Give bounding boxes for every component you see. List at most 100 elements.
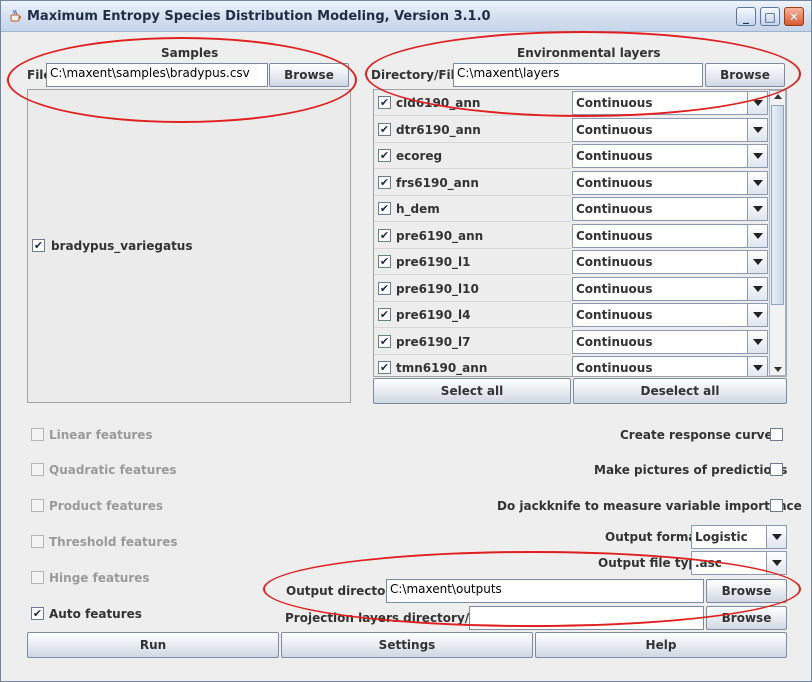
layer-type-select[interactable]: Continuous [572,223,768,248]
feature-checkbox[interactable] [31,499,44,512]
output-file-type-select[interactable]: .asc [691,551,787,575]
chevron-down-icon[interactable] [747,304,767,326]
env-directory-input[interactable]: C:\maxent\layers [453,63,703,87]
chevron-down-icon[interactable] [747,145,767,167]
pictures-checkbox[interactable] [770,463,783,476]
chevron-down-icon[interactable] [766,526,786,548]
output-format-value: Logistic [695,530,748,544]
projection-label: Projection layers directory/file [285,611,491,625]
layer-checkbox[interactable]: ✔ [378,361,391,374]
minimize-button[interactable]: _ [736,7,756,26]
layer-checkbox[interactable]: ✔ [378,334,391,348]
layer-name: pre6190_l7 [396,334,471,349]
projection-input[interactable] [469,606,704,630]
layer-checkbox[interactable]: ✔ [378,149,391,162]
layer-type-select[interactable]: Continuous [572,91,768,115]
species-list: ✔ bradypus_variegatus [27,89,351,403]
feature-checkbox[interactable] [31,463,44,476]
feature-label: Auto features [49,607,142,621]
chevron-down-icon[interactable] [747,277,767,300]
layer-type-select[interactable]: Continuous [572,250,768,274]
layer-checkbox[interactable]: ✔ [378,308,391,321]
chevron-down-icon[interactable] [747,251,767,273]
samples-browse-button[interactable]: Browse [269,63,349,87]
feature-label: Product features [49,499,164,513]
chevron-down-icon[interactable] [747,224,767,247]
chevron-down-icon[interactable] [747,92,767,114]
feature-checkbox[interactable] [31,428,44,441]
output-file-type-value: .asc [695,556,722,570]
layer-checkbox[interactable]: ✔ [378,96,391,109]
layer-checkbox[interactable]: ✔ [378,122,391,136]
layer-type-value: Continuous [576,255,653,269]
layers-scrollbar[interactable] [769,90,786,376]
layer-row: ✔ tmn6190_ann Continuous [374,355,770,376]
layer-name-cell: ✔ pre6190_l7 [374,329,571,355]
chevron-down-icon[interactable] [747,171,767,194]
samples-heading: Samples [161,46,219,60]
layer-type-select[interactable]: Continuous [572,197,768,221]
layer-type-select[interactable]: Continuous [572,303,768,327]
species-label: bradypus_variegatus [51,239,193,253]
settings-button[interactable]: Settings [281,632,533,658]
layer-name-cell: ✔ frs6190_ann [374,170,571,196]
layer-type-select[interactable]: Continuous [572,117,768,142]
layer-name: pre6190_l4 [396,308,471,322]
layer-name: ecoreg [396,149,443,163]
feature-label: Threshold features [49,535,178,549]
layer-type-value: Continuous [576,228,653,243]
layer-name: h_dem [396,202,440,216]
projection-browse-button[interactable]: Browse [706,606,787,630]
layer-type-select[interactable]: Continuous [572,170,768,195]
output-browse-button[interactable]: Browse [706,579,787,603]
env-heading: Environmental layers [517,46,661,60]
output-file-type-label: Output file type [598,556,706,570]
layer-name-cell: ✔ ecoreg [374,143,571,169]
chevron-down-icon[interactable] [747,330,767,353]
layer-checkbox[interactable]: ✔ [378,202,391,215]
close-button[interactable]: ✕ [784,7,804,26]
chevron-down-icon[interactable] [766,552,786,574]
layer-type-select[interactable]: Continuous [572,329,768,354]
layer-checkbox[interactable]: ✔ [378,228,391,242]
layer-type-select[interactable]: Continuous [572,276,768,301]
response-curves-checkbox[interactable] [770,428,783,441]
run-button[interactable]: Run [27,632,279,658]
layer-name: pre6190_l10 [396,281,479,296]
env-browse-button[interactable]: Browse [705,63,785,87]
chevron-down-icon[interactable] [747,357,767,376]
layer-name-cell: ✔ cld6190_ann [374,90,571,116]
layer-row: ✔ cld6190_ann Continuous [374,90,770,116]
feature-checkbox[interactable] [31,535,44,548]
scroll-down-icon[interactable] [774,367,782,372]
scroll-thumb[interactable] [771,105,784,305]
scroll-up-icon[interactable] [774,94,782,99]
layer-row: ✔ h_dem Continuous [374,196,770,222]
feature-checkbox[interactable] [31,571,44,584]
species-item[interactable]: ✔ bradypus_variegatus [32,238,332,256]
layer-type-value: Continuous [576,202,653,216]
maximize-button[interactable]: □ [760,7,780,26]
layer-type-value: Continuous [576,334,653,349]
jackknife-checkbox[interactable] [770,499,783,512]
samples-file-input[interactable]: C:\maxent\samples\bradypus.csv [46,63,268,87]
layer-type-select[interactable]: Continuous [572,144,768,168]
layer-type-value: Continuous [576,149,653,163]
deselect-all-button[interactable]: Deselect all [573,378,787,404]
layer-checkbox[interactable]: ✔ [378,175,391,189]
chevron-down-icon[interactable] [747,118,767,141]
feature-checkbox[interactable]: ✔ [31,607,44,620]
species-checkbox[interactable]: ✔ [32,239,45,252]
chevron-down-icon[interactable] [747,198,767,220]
select-all-button[interactable]: Select all [373,378,571,404]
output-directory-input[interactable]: C:\maxent\outputs [386,579,704,603]
feature-label: Linear features [49,428,153,442]
window-title: Maximum Entropy Species Distribution Mod… [27,9,491,24]
layer-checkbox[interactable]: ✔ [378,255,391,268]
help-button[interactable]: Help [535,632,787,658]
output-format-select[interactable]: Logistic [691,525,787,549]
layer-checkbox[interactable]: ✔ [378,281,391,295]
directory-file-label: Directory/File [371,68,463,82]
layer-type-select[interactable]: Continuous [572,356,768,376]
layer-type-value: Continuous [576,96,653,110]
